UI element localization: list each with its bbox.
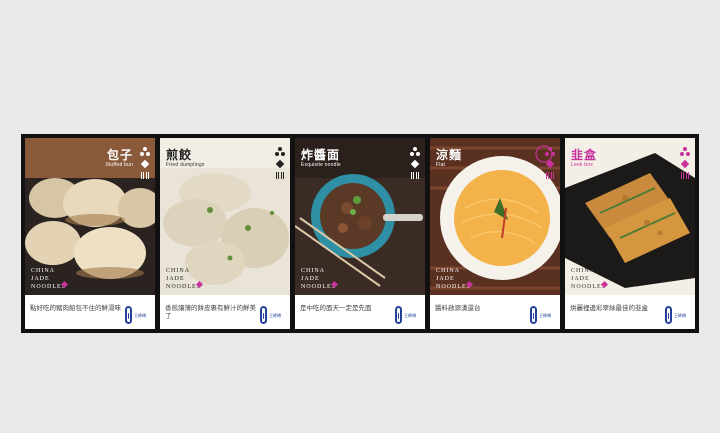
- brand-line: JADE: [166, 276, 185, 282]
- brand-logo: 王師傅: [395, 305, 419, 325]
- card-title-en: Stuffed bun: [105, 162, 133, 168]
- brand-line: CHINA: [166, 268, 190, 274]
- brand-text: CHINA JADE NOODLES: [166, 267, 201, 291]
- brand-line: CHINA: [571, 268, 595, 274]
- brand-logo: 王師傅: [665, 305, 689, 325]
- brand-line: CHINA: [301, 268, 325, 274]
- dots-icon: [275, 147, 285, 156]
- brand-text: CHINA JADE NOODLES: [436, 267, 471, 291]
- brand-text: CHINA JADE NOODLES: [31, 267, 66, 291]
- diamond-icon: [275, 159, 285, 169]
- logo-text: 王師傅: [674, 312, 686, 318]
- brand-line: JADE: [31, 276, 50, 282]
- menu-card-leek-box: 韭盒 Leek box CHINA JADE NOODLES 烘麗裡邊彩翠絲最佳…: [565, 138, 695, 329]
- logo-pill-icon: [395, 306, 402, 324]
- brand-logo: 王師傅: [125, 305, 149, 325]
- dots-icon: [410, 147, 420, 156]
- brand-line: JADE: [571, 276, 590, 282]
- card-title-cn: 包子: [106, 148, 133, 162]
- card-title-cn: 煎餃: [166, 148, 193, 162]
- logo-text: 王師傅: [404, 312, 416, 318]
- dots-icon: [140, 147, 150, 156]
- diamond-icon: [140, 159, 150, 169]
- brand-logo: 王師傅: [260, 305, 284, 325]
- card-caption: 是中吃的面天一定是先面: [300, 304, 372, 312]
- brand-text: CHINA JADE NOODLES: [571, 267, 606, 291]
- card-title-en: Exquisite noodle: [301, 162, 341, 168]
- bars-icon: [141, 172, 149, 179]
- bars-icon: [681, 172, 689, 179]
- bars-icon: [276, 172, 284, 179]
- card-title-cn: 涼麵: [436, 148, 463, 162]
- menu-card-exquisite-noodle: 炸醬面 Exquisite noodle CHINA JADE NOODLES …: [295, 138, 425, 329]
- card-title-en: Fried dumplings: [166, 162, 205, 168]
- diamond-icon: [680, 159, 690, 169]
- menu-card-stuffed-bun: 包子 Stuffed bun CHINA JADE NOODLES 點好吃的豬肉…: [25, 138, 155, 329]
- card-badge: [275, 147, 285, 179]
- card-badge: [545, 147, 555, 179]
- logo-text: 王師傅: [269, 312, 281, 318]
- card-badge: [140, 147, 150, 179]
- brand-line: CHINA: [31, 268, 55, 274]
- card-title-en: Flat: [436, 162, 446, 168]
- logo-pill-icon: [665, 306, 672, 324]
- card-badge: [680, 147, 690, 179]
- logo-text: 王師傅: [134, 312, 146, 318]
- brand-line: JADE: [436, 276, 455, 282]
- menu-card-strip: 包子 Stuffed bun CHINA JADE NOODLES 點好吃的豬肉…: [21, 134, 699, 333]
- diamond-icon: [410, 159, 420, 169]
- card-title-cn: 炸醬面: [301, 148, 341, 162]
- dots-icon: [680, 147, 690, 156]
- card-title-cn: 韭盒: [571, 148, 598, 162]
- card-badge: [410, 147, 420, 179]
- brand-line: JADE: [301, 276, 320, 282]
- dots-icon: [545, 147, 555, 156]
- card-caption: 點好吃的豬肉餡包不住的鮮湯味: [30, 304, 121, 312]
- logo-pill-icon: [125, 306, 132, 324]
- menu-card-flat: 涼麵 Flat CHINA JADE NOODLES 醬料啟源漢還台 王師傅: [430, 138, 560, 329]
- brand-text: CHINA JADE NOODLES: [301, 267, 336, 291]
- diamond-icon: [545, 159, 555, 169]
- logo-pill-icon: [260, 306, 267, 324]
- card-caption: 醬料啟源漢還台: [435, 304, 481, 312]
- menu-card-fried-dumplings: 煎餃 Fried dumplings CHINA JADE NOODLES 香煎…: [160, 138, 290, 329]
- logo-text: 王師傅: [539, 312, 551, 318]
- brand-logo: 王師傅: [530, 305, 554, 325]
- card-caption: 香煎讓薄的餅皮裹有鮮汁的鮮美了: [165, 304, 256, 320]
- card-title-en: Leek box: [571, 162, 593, 168]
- card-caption: 烘麗裡邊彩翠絲最佳的韭盒: [570, 304, 648, 312]
- bars-icon: [411, 172, 419, 179]
- brand-line: CHINA: [436, 268, 460, 274]
- bars-icon: [546, 172, 554, 179]
- logo-pill-icon: [530, 306, 537, 324]
